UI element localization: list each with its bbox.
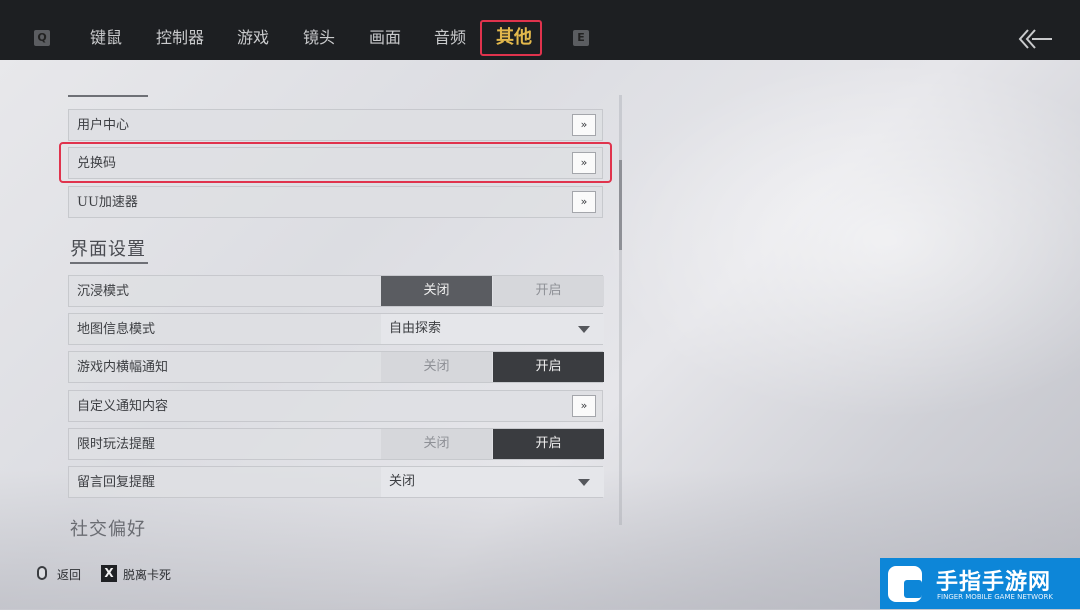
watermark-banner: 手指手游网 FINGER MOBILE GAME NETWORK xyxy=(880,558,1080,609)
watermark-logo-icon xyxy=(888,566,922,602)
expand-arrow-icon[interactable]: » xyxy=(572,395,596,417)
section-title-social: 社交偏好 xyxy=(70,519,146,540)
q-key-hint[interactable]: Q xyxy=(34,30,50,46)
expand-arrow-icon[interactable]: » xyxy=(572,191,596,213)
top-nav-bar: Q 键鼠 控制器 游戏 镜头 画面 音频 其他 E xyxy=(0,0,1080,60)
setting-label: 游戏内横幅通知 xyxy=(77,360,169,375)
watermark-subtitle: FINGER MOBILE GAME NETWORK xyxy=(937,593,1053,601)
active-tab-highlight xyxy=(480,20,542,56)
setting-row-message-reply-reminder: 留言回复提醒 关闭 xyxy=(68,466,604,498)
tab-controller[interactable]: 控制器 xyxy=(156,20,204,56)
setting-row-uu-accelerator[interactable]: UU加速器 » xyxy=(68,186,603,218)
toggle-off-option[interactable]: 关闭 xyxy=(381,429,492,459)
setting-row-custom-notification[interactable]: 自定义通知内容 » xyxy=(68,390,603,422)
setting-label: 沉浸模式 xyxy=(77,284,130,299)
section-underline xyxy=(70,262,148,264)
mouse-icon xyxy=(37,566,47,580)
setting-label: 留言回复提醒 xyxy=(77,475,156,490)
limited-time-reminder-toggle[interactable]: 关闭 开启 xyxy=(381,429,604,459)
chevron-down-icon xyxy=(578,326,590,333)
map-info-mode-select[interactable]: 自由探索 xyxy=(381,314,604,344)
setting-label: 自定义通知内容 xyxy=(77,399,169,414)
setting-label: 限时玩法提醒 xyxy=(77,437,156,452)
banner-notification-toggle[interactable]: 关闭 开启 xyxy=(381,352,604,382)
setting-row-map-info-mode: 地图信息模式 自由探索 xyxy=(68,313,604,345)
tab-game[interactable]: 游戏 xyxy=(237,20,269,56)
section-title-interface: 界面设置 xyxy=(70,239,146,260)
setting-row-limited-time-reminder: 限时玩法提醒 关闭 开启 xyxy=(68,428,604,460)
setting-row-immersive-mode: 沉浸模式 关闭 开启 xyxy=(68,275,604,307)
tab-keyboard-mouse[interactable]: 键鼠 xyxy=(90,20,122,56)
toggle-off-option[interactable]: 关闭 xyxy=(381,276,492,306)
e-key-hint[interactable]: E xyxy=(573,30,589,46)
expand-arrow-icon[interactable]: » xyxy=(572,114,596,136)
scrollbar-thumb[interactable] xyxy=(619,160,622,250)
message-reply-reminder-select[interactable]: 关闭 xyxy=(381,467,604,497)
section-divider xyxy=(68,95,148,97)
toggle-on-option[interactable]: 开启 xyxy=(493,429,604,459)
immersive-mode-toggle[interactable]: 关闭 开启 xyxy=(381,276,604,306)
setting-row-user-center[interactable]: 用户中心 » xyxy=(68,109,603,141)
setting-row-banner-notification: 游戏内横幅通知 关闭 开启 xyxy=(68,351,604,383)
toggle-on-option[interactable]: 开启 xyxy=(493,352,604,382)
x-key-icon: X xyxy=(101,565,117,582)
back-hint-label[interactable]: 返回 xyxy=(57,566,81,583)
tab-graphics[interactable]: 画面 xyxy=(369,20,401,56)
tab-camera[interactable]: 镜头 xyxy=(303,20,335,56)
unstuck-hint-label[interactable]: 脱离卡死 xyxy=(123,566,171,583)
redeem-code-highlight xyxy=(59,142,612,183)
setting-label: 地图信息模式 xyxy=(77,322,156,337)
setting-label: 用户中心 xyxy=(77,118,130,133)
toggle-on-option[interactable]: 开启 xyxy=(493,276,604,306)
setting-label: UU加速器 xyxy=(77,195,138,210)
dropdown-value: 自由探索 xyxy=(389,321,442,336)
toggle-off-option[interactable]: 关闭 xyxy=(381,352,492,382)
chevron-down-icon xyxy=(578,479,590,486)
dropdown-value: 关闭 xyxy=(389,474,416,489)
back-arrow-icon[interactable] xyxy=(1018,28,1054,50)
background-fog xyxy=(600,60,1080,420)
tab-audio[interactable]: 音频 xyxy=(434,20,466,56)
watermark-title: 手指手游网 xyxy=(936,570,1052,595)
